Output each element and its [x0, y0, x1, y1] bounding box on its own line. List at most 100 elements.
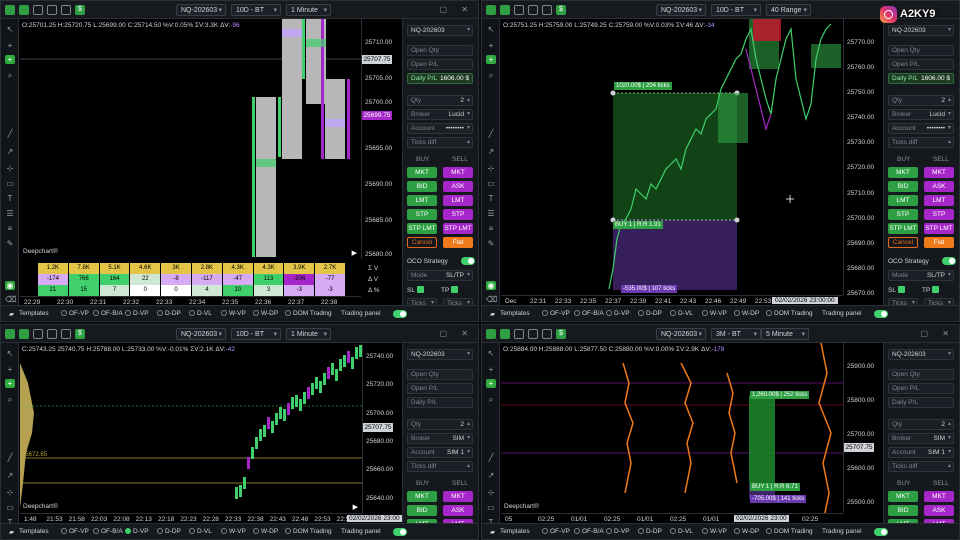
broker-select[interactable]: Broker SIM ▾: [888, 433, 954, 444]
templates-icon[interactable]: ▰: [490, 310, 495, 318]
overlay-toggle[interactable]: W-DP: [253, 310, 278, 317]
price-axis[interactable]: 25770.00 25760.00 25750.00 25740.00 25730.00…: [843, 19, 885, 297]
overlay-toggle[interactable]: D-VP: [125, 310, 149, 317]
alert-icon[interactable]: ◉: [486, 281, 496, 290]
broker-select[interactable]: Broker SIM ▾: [407, 433, 473, 444]
buy-stp-lmt-button[interactable]: STP LMT: [888, 223, 918, 234]
chart-type-icon[interactable]: [500, 5, 510, 15]
chart-type-icon[interactable]: [500, 329, 510, 339]
buy-stp-button[interactable]: STP: [888, 209, 918, 220]
account-select[interactable]: Account •••••••• ▾: [407, 123, 473, 134]
chart-type-icon[interactable]: [19, 329, 29, 339]
grid-icon[interactable]: [33, 329, 43, 339]
link-icon[interactable]: [5, 329, 15, 339]
sell-stp-lmt-button[interactable]: STP LMT: [924, 223, 954, 234]
templates-button[interactable]: Templates: [500, 310, 530, 317]
buy-mkt-button[interactable]: MKT: [888, 167, 918, 178]
trading-panel-toggle[interactable]: [874, 528, 888, 536]
overlay-toggle[interactable]: W-DP: [734, 528, 759, 535]
dollar-icon[interactable]: $: [75, 5, 85, 15]
symbol-field[interactable]: NQ-202603 ▾: [407, 25, 473, 36]
line-tool-icon[interactable]: ╱: [486, 453, 496, 462]
sl-check[interactable]: SL: [407, 286, 424, 294]
buy-bid-button[interactable]: BID: [407, 505, 437, 516]
clock-icon[interactable]: [542, 329, 552, 339]
account-select[interactable]: Account SIM 1 ▾: [888, 447, 954, 458]
overlay-toggle[interactable]: D-VL: [189, 310, 212, 317]
cursor-icon[interactable]: ↖: [486, 349, 496, 358]
tp-check[interactable]: TP: [922, 286, 940, 294]
crosshair-icon[interactable]: +: [486, 365, 496, 374]
overlay-toggle[interactable]: D-VP: [125, 528, 149, 535]
overlay-toggle[interactable]: DOM Trading: [285, 528, 332, 535]
grid-icon[interactable]: [514, 5, 524, 15]
magnet-icon[interactable]: +: [486, 379, 496, 388]
overlay-toggle[interactable]: D-VL: [189, 528, 212, 535]
buy-stp-button[interactable]: STP: [407, 209, 437, 220]
price-axis[interactable]: 25707.75 25740.00 25720.00 25700.00 25680.0…: [362, 343, 404, 513]
qty-field[interactable]: Qty 2 ▴: [407, 95, 473, 106]
account-select[interactable]: Account •••••••• ▾: [888, 123, 954, 134]
buy-mkt-button[interactable]: MKT: [407, 167, 437, 178]
templates-button[interactable]: Templates: [500, 528, 530, 535]
range-select[interactable]: 10D - BT ▾: [231, 4, 281, 16]
fib-tool-icon[interactable]: ⊹: [5, 164, 15, 173]
overlay-toggle[interactable]: D-VP: [606, 310, 630, 317]
overlay-toggle[interactable]: DOM Trading: [285, 310, 332, 317]
buy-mkt-button[interactable]: MKT: [407, 491, 437, 502]
overlay-toggle[interactable]: OF-B/A: [574, 528, 604, 535]
symbol-select[interactable]: NQ-202603 ▾: [176, 4, 226, 16]
qty-field[interactable]: Qty 2 ▴: [407, 419, 473, 430]
ray-tool-icon[interactable]: ↗: [486, 147, 496, 156]
ticks-diff-field[interactable]: Ticks diff ▴: [888, 461, 954, 472]
range-select[interactable]: 10D - BT ▾: [711, 4, 761, 16]
overlay-toggle[interactable]: DOM Trading: [766, 310, 813, 317]
flat-button[interactable]: Flat: [443, 237, 473, 248]
chart-plot[interactable]: C:25743.25 25740.75 H:25788.00 L:25733.0…: [20, 343, 362, 513]
list-tool-icon[interactable]: ☰: [5, 209, 15, 218]
dollar-icon[interactable]: $: [556, 5, 566, 15]
buy-lmt-button[interactable]: LMT: [407, 195, 437, 206]
rect-tool-icon[interactable]: ▭: [486, 179, 496, 188]
crosshair-icon[interactable]: +: [5, 41, 15, 50]
buy-lmt-button[interactable]: LMT: [888, 195, 918, 206]
sell-stp-button[interactable]: STP: [924, 209, 954, 220]
play-icon[interactable]: ▶: [352, 249, 357, 257]
sell-mkt-button[interactable]: MKT: [443, 491, 473, 502]
symbol-field[interactable]: NQ-202603 ▾: [407, 349, 473, 360]
overlay-toggle[interactable]: W-DP: [734, 310, 759, 317]
qty-field[interactable]: Qty 2 ▴: [888, 95, 954, 106]
flat-button[interactable]: Flat: [924, 237, 954, 248]
text-tool-icon[interactable]: T: [5, 194, 15, 203]
sell-mkt-button[interactable]: MKT: [924, 167, 954, 178]
cursor-icon[interactable]: ↖: [5, 25, 15, 34]
ray-tool-icon[interactable]: ↗: [5, 147, 15, 156]
templates-button[interactable]: Templates: [19, 528, 49, 535]
rect-tool-icon[interactable]: ▭: [486, 503, 496, 512]
buy-bid-button[interactable]: BID: [888, 181, 918, 192]
fib-tool-icon[interactable]: ⊹: [5, 488, 15, 497]
mode-select[interactable]: Mode SL/TP ▾: [407, 270, 473, 281]
zoom-icon[interactable]: ⌕: [486, 71, 496, 80]
overlay-toggle[interactable]: W-DP: [253, 528, 278, 535]
sell-ask-button[interactable]: ASK: [443, 505, 473, 516]
list-tool-icon[interactable]: ☰: [486, 209, 496, 218]
ticks-diff-field[interactable]: Ticks diff ▴: [407, 461, 473, 472]
cancel-button[interactable]: Cancel: [407, 237, 437, 248]
buy-mkt-button[interactable]: MKT: [888, 491, 918, 502]
symbol-field[interactable]: NQ-202603 ▾: [888, 25, 954, 36]
price-axis[interactable]: 25710.00 25707.75 25705.00 25699.75 2570…: [361, 19, 403, 259]
link-icon[interactable]: [486, 329, 496, 339]
eraser-icon[interactable]: ⌫: [486, 295, 497, 304]
chart-plot[interactable]: O:25701.25 H:25720.75 L:25699.00 C:25714…: [20, 19, 361, 259]
grid-icon[interactable]: [514, 329, 524, 339]
brush-tool-icon[interactable]: ✎: [486, 239, 496, 248]
sell-ask-button[interactable]: ASK: [924, 505, 954, 516]
templates-icon[interactable]: ▰: [9, 310, 14, 318]
ticks-diff-field[interactable]: Ticks diff ▴: [888, 137, 954, 148]
overlay-toggle[interactable]: DOM Trading: [766, 528, 813, 535]
symbol-select[interactable]: NQ-202603 ▾: [176, 328, 226, 340]
cursor-icon[interactable]: ↖: [5, 349, 15, 358]
price-axis[interactable]: 25707.75 25900.00 25800.00 25700.00 25600.0…: [843, 343, 885, 513]
chart-plot[interactable]: O:25884.00 H:25888.00 L:25877.50 C:25880…: [501, 343, 843, 513]
